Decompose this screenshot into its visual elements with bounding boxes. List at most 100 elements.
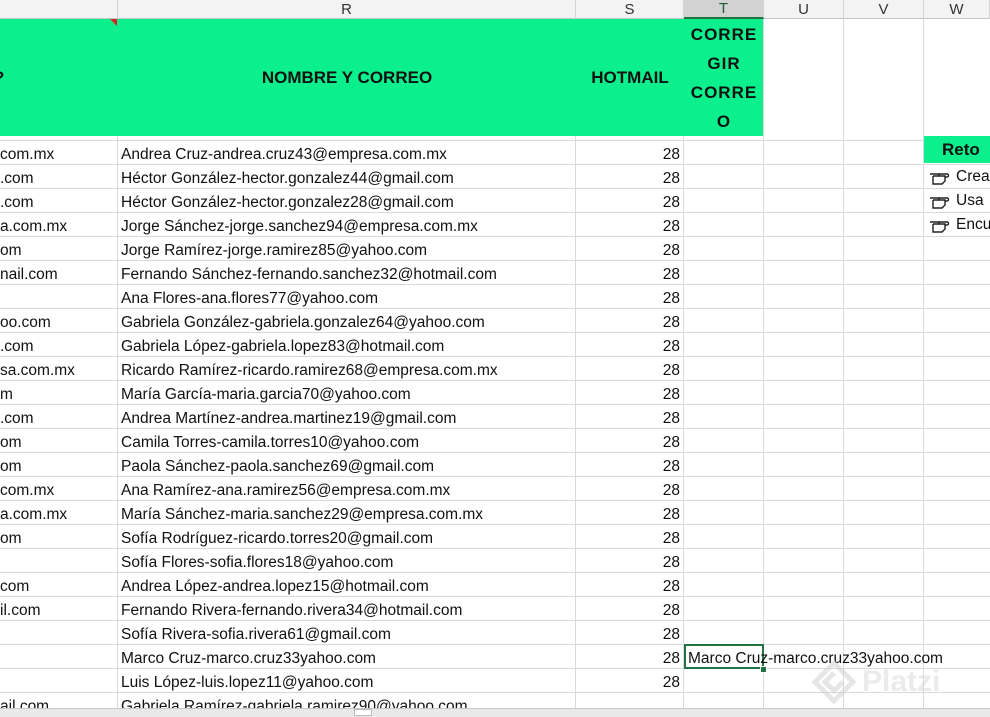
cell-hotmail[interactable]: 28 bbox=[576, 573, 680, 597]
cell-hotmail[interactable]: 28 bbox=[576, 261, 680, 285]
cell-q[interactable]: a.com.mx bbox=[0, 213, 118, 237]
cell-hotmail[interactable]: 28 bbox=[576, 453, 680, 477]
cell-nombre-correo[interactable]: Fernando Rivera-fernando.rivera34@hotmai… bbox=[121, 597, 573, 621]
cell-q[interactable] bbox=[0, 549, 118, 573]
cell-hotmail[interactable]: 28 bbox=[576, 549, 680, 573]
table-row: Ana Flores-ana.flores77@yahoo.com 28 bbox=[0, 285, 990, 309]
cell-q[interactable]: om bbox=[0, 525, 118, 549]
cell-hotmail[interactable]: 28 bbox=[576, 213, 680, 237]
pointing-hand-icon bbox=[930, 221, 950, 233]
cell-nombre-correo[interactable]: Héctor González-hector.gonzalez44@gmail.… bbox=[121, 165, 573, 189]
cell-hotmail[interactable]: 28 bbox=[576, 189, 680, 213]
column-header-v[interactable]: V bbox=[844, 0, 924, 19]
cell-nombre-correo[interactable]: Sofía Rodríguez-ricardo.torres20@gmail.c… bbox=[121, 525, 573, 549]
cell-hotmail[interactable]: 28 bbox=[576, 429, 680, 453]
cell-hotmail[interactable]: 28 bbox=[576, 669, 680, 693]
cell-hotmail[interactable]: 28 bbox=[576, 333, 680, 357]
cell-hotmail[interactable]: 28 bbox=[576, 357, 680, 381]
table-row: m María García-maria.garcia70@yahoo.com … bbox=[0, 381, 990, 405]
table-row: nail.com Fernando Sánchez-fernando.sanch… bbox=[0, 261, 990, 285]
header-cell-corregir-correo[interactable]: CORRE GIR CORRE O bbox=[684, 19, 764, 136]
cell-hotmail[interactable]: 28 bbox=[576, 597, 680, 621]
column-header-t[interactable]: T bbox=[684, 0, 764, 19]
cell-nombre-correo[interactable]: Paola Sánchez-paola.sanchez69@gmail.com bbox=[121, 453, 573, 477]
column-header-r[interactable]: R bbox=[118, 0, 576, 19]
header-cell-q[interactable]: ? bbox=[0, 19, 118, 136]
cell-q[interactable]: .com bbox=[0, 405, 118, 429]
cell-nombre-correo[interactable]: Camila Torres-camila.torres10@yahoo.com bbox=[121, 429, 573, 453]
column-header-q[interactable] bbox=[0, 0, 118, 19]
cell-q[interactable]: om bbox=[0, 429, 118, 453]
column-header-u[interactable]: U bbox=[764, 0, 844, 19]
cell-nombre-correo[interactable]: Ricardo Ramírez-ricardo.ramirez68@empres… bbox=[121, 357, 573, 381]
header-r-label: NOMBRE Y CORREO bbox=[261, 67, 433, 87]
cell-q[interactable]: com bbox=[0, 573, 118, 597]
cell-nombre-correo[interactable]: Fernando Sánchez-fernando.sanchez32@hotm… bbox=[121, 261, 573, 285]
pointing-hand-icon bbox=[930, 173, 950, 185]
column-header-s[interactable]: S bbox=[576, 0, 684, 19]
cell-nombre-correo[interactable]: Ana Ramírez-ana.ramirez56@empresa.com.mx bbox=[121, 477, 573, 501]
cell-q[interactable]: .com bbox=[0, 165, 118, 189]
cell-hotmail[interactable]: 28 bbox=[576, 237, 680, 261]
cell-nombre-correo[interactable]: Andrea Cruz-andrea.cruz43@empresa.com.mx bbox=[121, 141, 573, 165]
cell-q[interactable]: sa.com.mx bbox=[0, 357, 118, 381]
scrollbar-thumb[interactable] bbox=[354, 709, 372, 716]
table-row: om Camila Torres-camila.torres10@yahoo.c… bbox=[0, 429, 990, 453]
cell-q[interactable] bbox=[0, 645, 118, 669]
header-cell-hotmail[interactable]: HOTMAIL bbox=[576, 19, 684, 136]
cell-hotmail[interactable]: 28 bbox=[576, 405, 680, 429]
cell-q[interactable]: m bbox=[0, 381, 118, 405]
cell-hotmail[interactable]: 28 bbox=[576, 381, 680, 405]
cell-nombre-correo[interactable]: Héctor González-hector.gonzalez28@gmail.… bbox=[121, 189, 573, 213]
cell-hotmail[interactable]: 28 bbox=[576, 285, 680, 309]
cell-nombre-correo[interactable]: María García-maria.garcia70@yahoo.com bbox=[121, 381, 573, 405]
cell-nombre-correo[interactable]: Jorge Sánchez-jorge.sanchez94@empresa.co… bbox=[121, 213, 573, 237]
cell-nombre-correo[interactable]: Sofía Rivera-sofia.rivera61@gmail.com bbox=[121, 621, 573, 645]
cell-q[interactable]: com.mx bbox=[0, 141, 118, 165]
cell-nombre-correo[interactable]: Marco Cruz-marco.cruz33yahoo.com bbox=[121, 645, 573, 669]
cell-hotmail[interactable]: 28 bbox=[576, 501, 680, 525]
cell-q[interactable]: .com bbox=[0, 333, 118, 357]
cell-nombre-correo[interactable]: Andrea López-andrea.lopez15@hotmail.com bbox=[121, 573, 573, 597]
cell-q[interactable]: om bbox=[0, 453, 118, 477]
cell-hotmail[interactable]: 28 bbox=[576, 645, 680, 669]
cell-nombre-correo[interactable]: Luis López-luis.lopez11@yahoo.com bbox=[121, 669, 573, 693]
header-cell-nombre-correo[interactable]: NOMBRE Y CORREO bbox=[118, 19, 576, 136]
column-header-w[interactable]: W bbox=[924, 0, 990, 19]
comment-indicator[interactable] bbox=[110, 19, 117, 26]
cell-q[interactable] bbox=[0, 285, 118, 309]
cell-q[interactable]: om bbox=[0, 237, 118, 261]
header-t-line: O bbox=[716, 111, 732, 131]
platzi-logo-icon bbox=[812, 660, 856, 704]
reto-item-label: Encu bbox=[956, 216, 990, 233]
cell-q[interactable] bbox=[0, 621, 118, 645]
cell-hotmail[interactable]: 28 bbox=[576, 309, 680, 333]
cell-nombre-correo[interactable]: Ana Flores-ana.flores77@yahoo.com bbox=[121, 285, 573, 309]
cell-q[interactable]: com.mx bbox=[0, 477, 118, 501]
table-row: Sofía Rivera-sofia.rivera61@gmail.com 28 bbox=[0, 621, 990, 645]
grid-line bbox=[0, 212, 990, 213]
cell-q[interactable]: il.com bbox=[0, 597, 118, 621]
cell-hotmail[interactable]: 28 bbox=[576, 621, 680, 645]
cell-nombre-correo[interactable]: Gabriela López-gabriela.lopez83@hotmail.… bbox=[121, 333, 573, 357]
reto-title: Reto bbox=[924, 136, 990, 163]
cell-nombre-correo[interactable]: Gabriela González-gabriela.gonzalez64@ya… bbox=[121, 309, 573, 333]
cell-hotmail[interactable]: 28 bbox=[576, 477, 680, 501]
cell-hotmail[interactable]: 28 bbox=[576, 165, 680, 189]
cell-nombre-correo[interactable]: Andrea Martínez-andrea.martinez19@gmail.… bbox=[121, 405, 573, 429]
cell-q[interactable]: nail.com bbox=[0, 261, 118, 285]
cell-nombre-correo[interactable]: María Sánchez-maria.sanchez29@empresa.co… bbox=[121, 501, 573, 525]
header-q-label: ? bbox=[0, 68, 4, 88]
grid-line bbox=[0, 500, 990, 501]
cell-nombre-correo[interactable]: Sofía Flores-sofia.flores18@yahoo.com bbox=[121, 549, 573, 573]
cell-hotmail[interactable]: 28 bbox=[576, 525, 680, 549]
cell-nombre-correo[interactable]: Jorge Ramírez-jorge.ramirez85@yahoo.com bbox=[121, 237, 573, 261]
cell-q[interactable]: a.com.mx bbox=[0, 501, 118, 525]
cell-hotmail[interactable]: 28 bbox=[576, 141, 680, 165]
cell-q[interactable]: oo.com bbox=[0, 309, 118, 333]
cell-q[interactable] bbox=[0, 669, 118, 693]
reto-item-label: Usa bbox=[956, 192, 984, 209]
table-row: .com Gabriela López-gabriela.lopez83@hot… bbox=[0, 333, 990, 357]
grid-line bbox=[0, 428, 990, 429]
cell-q[interactable]: .com bbox=[0, 189, 118, 213]
